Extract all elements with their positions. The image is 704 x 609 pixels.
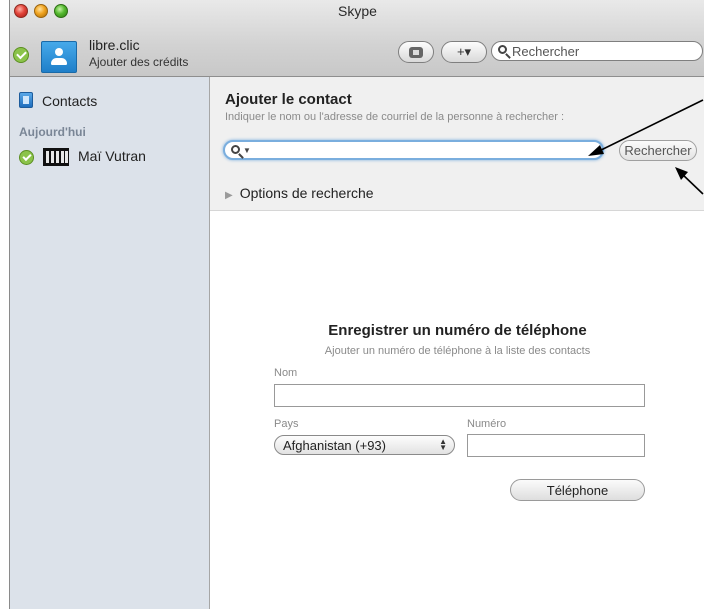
add-menu-button[interactable]: +▾	[441, 41, 487, 63]
country-select-value: Afghanistan (+93)	[283, 438, 386, 453]
phone-icon	[409, 46, 423, 58]
add-contact-title: Ajouter le contact	[225, 91, 352, 108]
country-select[interactable]: Afghanistan (+93) ▲ ▼	[274, 435, 455, 455]
window-title: Skype	[338, 3, 377, 19]
contact-search-input[interactable]	[255, 143, 595, 157]
phone-button[interactable]: Téléphone	[510, 479, 645, 501]
register-phone-panel: Enregistrer un numéro de téléphone Ajout…	[210, 211, 704, 609]
register-phone-subtitle: Ajouter un numéro de téléphone à la list…	[324, 345, 591, 357]
search-icon	[231, 145, 240, 154]
contact-online-icon	[19, 150, 34, 165]
contact-avatar[interactable]	[43, 148, 69, 166]
toolbar-search[interactable]	[491, 41, 703, 61]
name-label: Nom	[274, 367, 298, 379]
add-contact-hint: Indiquer le nom ou l'adresse de courriel…	[225, 111, 565, 123]
sidebar-section-today: Aujourd'hui	[19, 125, 86, 139]
sidebar-item-contacts[interactable]: Contacts	[42, 93, 97, 109]
contacts-book-icon	[19, 92, 33, 108]
call-phones-button[interactable]	[398, 41, 434, 63]
plus-chevron-icon: +▾	[456, 44, 472, 59]
add-credits-link[interactable]: Ajouter des crédits	[89, 55, 188, 69]
online-status-icon[interactable]	[13, 47, 29, 63]
search-options-toggle[interactable]: ▶ Options de recherche	[225, 185, 374, 201]
register-phone-title: Enregistrer un numéro de téléphone	[328, 322, 587, 339]
search-menu-chevron-icon[interactable]: ▼	[243, 146, 251, 155]
search-button[interactable]: Rechercher	[619, 140, 697, 161]
add-contact-section: Ajouter le contact Indiquer le nom ou l'…	[210, 77, 704, 211]
name-input[interactable]	[274, 384, 645, 407]
sidebar: Contacts Aujourd'hui Maï Vutran	[10, 77, 210, 609]
updown-chevron-icon: ▲ ▼	[439, 437, 447, 452]
skype-window: Skype libre.clic Ajouter des crédits +▾ …	[9, 0, 704, 609]
window-toolbar: Skype libre.clic Ajouter des crédits +▾	[10, 0, 704, 77]
toolbar-search-input[interactable]	[512, 43, 698, 59]
user-avatar[interactable]	[41, 41, 77, 73]
number-input[interactable]	[467, 434, 645, 457]
sidebar-item-contact[interactable]: Maï Vutran	[78, 148, 146, 164]
disclosure-triangle-icon: ▶	[225, 190, 233, 201]
account-name[interactable]: libre.clic	[89, 37, 140, 53]
number-label: Numéro	[467, 418, 507, 430]
country-label: Pays	[274, 418, 299, 430]
contact-search-field[interactable]: ▼	[223, 140, 604, 160]
search-options-label: Options de recherche	[239, 185, 374, 201]
search-icon	[498, 45, 507, 54]
